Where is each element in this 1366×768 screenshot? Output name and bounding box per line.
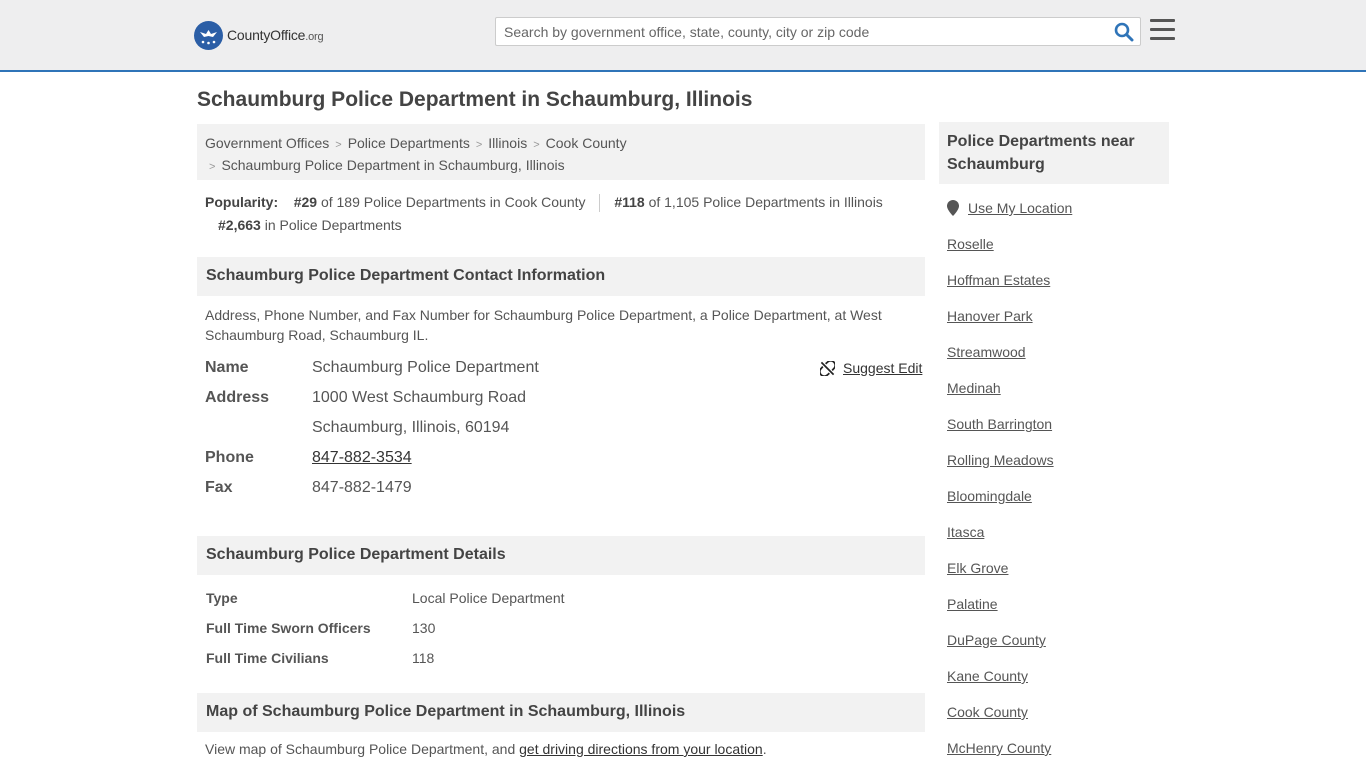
- phone-link[interactable]: 847-882-3534: [312, 449, 412, 466]
- nearby-mchenry-county[interactable]: McHenry County: [947, 740, 1051, 756]
- rank-county-text: of 189 Police Departments in Cook County: [320, 194, 586, 210]
- detail-label: Full Time Sworn Officers: [206, 620, 371, 636]
- detail-value: 118: [412, 650, 435, 666]
- breadcrumb-government-offices[interactable]: Government Offices: [205, 135, 329, 151]
- map-text-suffix: .: [762, 741, 767, 757]
- site-header: CountyOffice.org: [0, 0, 1366, 72]
- chevron-right-icon: >: [209, 161, 216, 173]
- sidebar-heading: Police Departments near Schaumburg: [939, 122, 1169, 184]
- address-line1: 1000 West Schaumburg Road: [312, 389, 527, 406]
- address-label: Address: [205, 389, 270, 406]
- rank-county: #29: [293, 194, 318, 210]
- detail-value: Local Police Department: [412, 590, 565, 606]
- popularity-label: Popularity:: [205, 194, 279, 210]
- nearby-elk-grove[interactable]: Elk Grove: [947, 560, 1008, 576]
- search-icon[interactable]: [1114, 22, 1134, 42]
- phone-label: Phone: [205, 449, 254, 466]
- name-label: Name: [205, 359, 249, 376]
- hamburger-menu-icon[interactable]: [1150, 19, 1175, 41]
- popularity-info: Popularity: #29 of 189 Police Department…: [205, 191, 925, 237]
- nearby-medinah[interactable]: Medinah: [947, 380, 1001, 396]
- breadcrumb-police-departments[interactable]: Police Departments: [348, 135, 470, 151]
- search-input[interactable]: [496, 18, 1096, 45]
- nearby-itasca[interactable]: Itasca: [947, 524, 984, 540]
- map-text-prefix: View map of Schaumburg Police Department…: [205, 741, 516, 757]
- use-my-location[interactable]: Use My Location: [947, 200, 1072, 216]
- unlink-icon: [820, 360, 835, 376]
- rank-national-text: in Police Departments: [264, 217, 402, 233]
- logo-suffix: .org: [305, 31, 324, 43]
- contact-heading: Schaumburg Police Department Contact Inf…: [197, 257, 925, 296]
- detail-value: 130: [412, 620, 436, 636]
- fax-label: Fax: [205, 479, 233, 496]
- detail-label: Type: [206, 590, 238, 606]
- map-heading: Map of Schaumburg Police Department in S…: [197, 693, 925, 732]
- contact-intro: Address, Phone Number, and Fax Number fo…: [205, 307, 882, 343]
- rank-state-text: of 1,105 Police Departments in Illinois: [648, 194, 883, 210]
- details-heading: Schaumburg Police Department Details: [197, 536, 925, 575]
- site-logo[interactable]: CountyOffice.org: [194, 20, 324, 50]
- nearby-bloomingdale[interactable]: Bloomingdale: [947, 488, 1032, 504]
- use-my-location-link[interactable]: Use My Location: [968, 200, 1072, 216]
- nearby-dupage-county[interactable]: DuPage County: [947, 632, 1046, 648]
- name-value: Schaumburg Police Department: [312, 359, 539, 376]
- suggest-edit-link[interactable]: Suggest Edit: [843, 360, 922, 376]
- breadcrumb-illinois[interactable]: Illinois: [488, 135, 527, 151]
- page-title: Schaumburg Police Department in Schaumbu…: [197, 88, 753, 111]
- nearby-palatine[interactable]: Palatine: [947, 596, 998, 612]
- nearby-cook-county[interactable]: Cook County: [947, 704, 1028, 720]
- nearby-south-barrington[interactable]: South Barrington: [947, 416, 1052, 432]
- nearby-hoffman-estates[interactable]: Hoffman Estates: [947, 272, 1050, 288]
- nearby-kane-county[interactable]: Kane County: [947, 668, 1028, 684]
- address-line2: Schaumburg, Illinois, 60194: [312, 419, 510, 436]
- map-description: View map of Schaumburg Police Department…: [205, 741, 767, 757]
- suggest-edit[interactable]: Suggest Edit: [820, 360, 922, 376]
- chevron-right-icon: >: [533, 139, 540, 151]
- map-pin-icon: [947, 200, 959, 216]
- chevron-right-icon: >: [475, 139, 483, 151]
- search-bar: [495, 17, 1141, 46]
- breadcrumb-cook-county[interactable]: Cook County: [546, 135, 627, 151]
- eagle-seal-icon: [194, 20, 223, 50]
- nearby-rolling-meadows[interactable]: Rolling Meadows: [947, 452, 1054, 468]
- nearby-streamwood[interactable]: Streamwood: [947, 344, 1026, 360]
- fax-value: 847-882-1479: [312, 479, 412, 496]
- chevron-right-icon: >: [335, 139, 342, 151]
- logo-text: CountyOffice: [227, 27, 306, 43]
- breadcrumb: Government Offices > Police Departments > Il…: [197, 124, 925, 180]
- nearby-hanover-park[interactable]: Hanover Park: [947, 308, 1033, 324]
- rank-national: #2,663: [218, 217, 261, 233]
- detail-label: Full Time Civilians: [206, 650, 329, 666]
- nearby-roselle[interactable]: Roselle: [947, 236, 994, 252]
- divider: [599, 194, 601, 213]
- driving-directions-link[interactable]: get driving directions from your locatio…: [519, 741, 763, 757]
- breadcrumb-current: Schaumburg Police Department in Schaumbu…: [221, 157, 565, 173]
- rank-state: #118: [614, 194, 645, 210]
